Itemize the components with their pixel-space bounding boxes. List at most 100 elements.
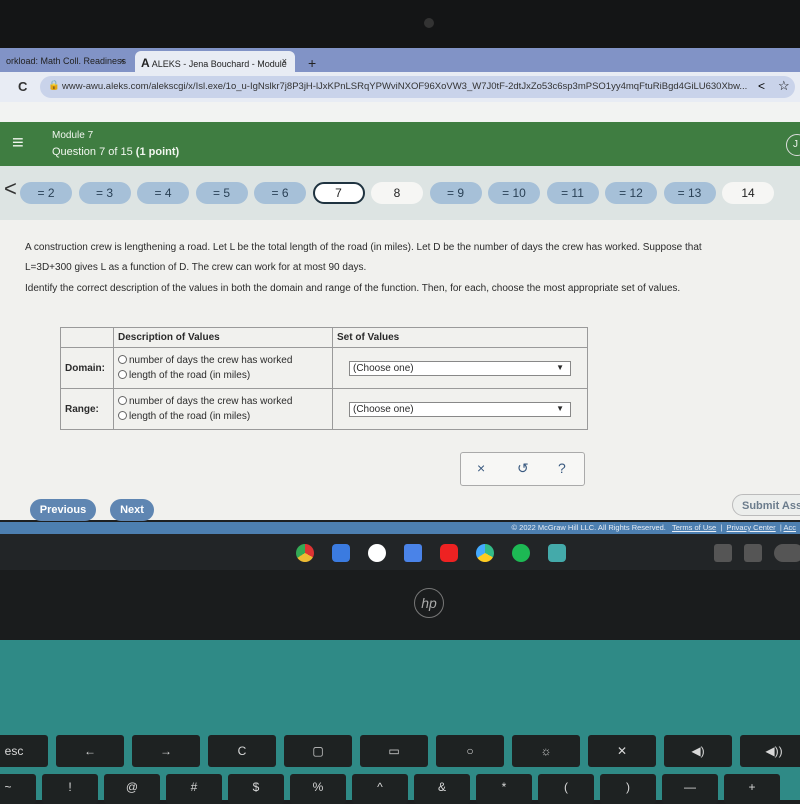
star-icon[interactable]: ☆ (778, 78, 790, 94)
privacy-link[interactable]: Privacy Center (727, 523, 776, 532)
docs-icon[interactable] (404, 544, 422, 562)
question-pill-12[interactable]: = 12 (605, 182, 657, 204)
tab-workload[interactable]: orkload: Math Coll. Readiness × (0, 51, 135, 72)
option-label: number of days the crew has worked (129, 355, 293, 366)
address-bar[interactable]: 🔒 www-awu.aleks.com/alekscgi/x/Isl.exe/1o… (40, 76, 795, 98)
chevron-left-icon[interactable]: < (4, 176, 17, 202)
aleks-header: ≡ Module 7 Question 7 of 15 (1 point) J (0, 122, 800, 166)
table-header: Description of Values Set of Values (60, 327, 588, 348)
question-pill-3[interactable]: = 3 (78, 182, 131, 204)
question-pill-10[interactable]: = 10 (488, 182, 540, 204)
header-cell: Description of Values (113, 327, 333, 348)
app-launcher-icon[interactable] (548, 544, 566, 562)
reload-icon[interactable]: C (18, 79, 27, 94)
key[interactable]: ◀)) (740, 735, 800, 767)
help-button[interactable]: ? (558, 460, 566, 476)
laptop-bezel (0, 570, 800, 640)
select-value: (Choose one) (353, 362, 414, 374)
header-cell (60, 327, 114, 348)
key[interactable]: ← (56, 735, 124, 767)
question-pill-9[interactable]: = 9 (429, 182, 482, 204)
page-top (0, 102, 800, 122)
question-pill-13[interactable]: = 13 (663, 182, 716, 204)
chrome-icon[interactable] (296, 544, 314, 562)
next-button[interactable]: Next (110, 499, 154, 521)
toolbar: C 🔒 www-awu.aleks.com/alekscgi/x/Isl.exe/… (0, 72, 800, 102)
question-pill-2[interactable]: = 2 (20, 182, 72, 204)
row-label: Range: (60, 388, 114, 430)
question-pill-5[interactable]: = 5 (195, 182, 248, 204)
dropdown-arrow-icon: ▼ (556, 403, 564, 413)
new-tab-button[interactable]: + (302, 50, 322, 71)
accessibility-link[interactable]: Acc (783, 523, 796, 532)
set-cell: (Choose one) ▼ (332, 388, 588, 430)
hamburger-icon[interactable]: ≡ (12, 132, 24, 155)
key[interactable]: → (132, 735, 200, 767)
key[interactable]: esc (0, 735, 48, 767)
files-icon[interactable] (332, 544, 350, 562)
radio-option[interactable]: number of days the crew has worked (118, 396, 328, 407)
play-store-icon[interactable] (476, 544, 494, 562)
tab-label: orkload: Math Coll. Readiness (6, 56, 127, 66)
radio-icon[interactable] (118, 411, 127, 420)
status-tray[interactable] (774, 544, 800, 562)
radio-option[interactable]: length of the road (in miles) (118, 370, 328, 381)
option-label: length of the road (in miles) (129, 370, 251, 381)
option-label: length of the road (in miles) (129, 411, 251, 422)
keyboard: esc ← → C ▢ ▭ ○ ☼ ✕ ◀) ◀)) ~! @ # $% ^ & *() — + (0, 640, 800, 804)
screen-capture-icon[interactable] (714, 544, 732, 562)
question-pill-11[interactable]: = 11 (546, 182, 599, 204)
points: (1 point) (135, 146, 180, 158)
spotify-icon[interactable] (512, 544, 530, 562)
camera (424, 18, 434, 28)
copyright: © 2022 McGraw Hill LLC. All Rights Reser… (511, 523, 666, 532)
user-avatar[interactable]: J (786, 134, 800, 156)
question-pill-6[interactable]: = 6 (254, 182, 306, 204)
bezel-top (0, 0, 800, 48)
answer-table: Description of Values Set of Values Domai… (60, 327, 588, 430)
domain-select[interactable]: (Choose one) ▼ (349, 360, 571, 376)
key[interactable]: ▭ (360, 735, 428, 767)
key[interactable]: ☼ (512, 735, 580, 767)
key[interactable]: ✕ (588, 735, 656, 767)
option-label: number of days the crew has worked (129, 396, 293, 407)
question-pill-7[interactable]: 7 (312, 182, 365, 204)
clear-button[interactable]: × (477, 460, 485, 476)
terms-link[interactable]: Terms of Use (672, 523, 716, 532)
close-icon[interactable]: × (120, 56, 125, 66)
footer: © 2022 McGraw Hill LLC. All Rights Reser… (0, 522, 800, 534)
previous-button[interactable]: Previous (30, 499, 96, 521)
chromeos-shelf (0, 534, 800, 570)
tab-aleks[interactable]: A ALEKS - Jena Bouchard - Module × (135, 51, 295, 72)
question-content: A construction crew is lengthening a roa… (0, 220, 800, 521)
hp-logo: hp (414, 588, 444, 618)
question-pill-4[interactable]: = 4 (137, 182, 189, 204)
tab-bar: orkload: Math Coll. Readiness × A ALEKS … (0, 48, 800, 72)
question-counter: Question 7 of 15 (1 point) (52, 146, 179, 158)
radio-icon[interactable] (118, 370, 127, 379)
tab-label: ALEKS - Jena Bouchard - Module (151, 59, 287, 69)
key[interactable]: ○ (436, 735, 504, 767)
lock-icon: 🔒 (48, 80, 60, 91)
submit-button[interactable]: Submit Assig (732, 494, 800, 516)
gmail-icon[interactable] (368, 544, 386, 562)
radio-icon[interactable] (118, 355, 127, 364)
share-icon[interactable]: < (758, 79, 765, 93)
youtube-icon[interactable] (440, 544, 458, 562)
close-icon[interactable]: × (282, 56, 287, 66)
action-box: × ↺ ? (460, 452, 585, 486)
radio-icon[interactable] (118, 396, 127, 405)
stylus-icon[interactable] (744, 544, 762, 562)
set-cell: (Choose one) ▼ (332, 347, 588, 389)
url-text: www-awu.aleks.com/alekscgi/x/Isl.exe/1o_… (62, 81, 748, 92)
radio-option[interactable]: number of days the crew has worked (118, 355, 328, 366)
range-select[interactable]: (Choose one) ▼ (349, 401, 571, 417)
key[interactable]: ◀) (664, 735, 732, 767)
key[interactable]: C (208, 735, 276, 767)
undo-button[interactable]: ↺ (517, 460, 529, 477)
question-pill-8[interactable]: 8 (371, 182, 423, 204)
question-pill-14[interactable]: 14 (722, 182, 774, 204)
description-options: number of days the crew has worked length… (113, 347, 333, 389)
radio-option[interactable]: length of the road (in miles) (118, 411, 328, 422)
key[interactable]: ▢ (284, 735, 352, 767)
